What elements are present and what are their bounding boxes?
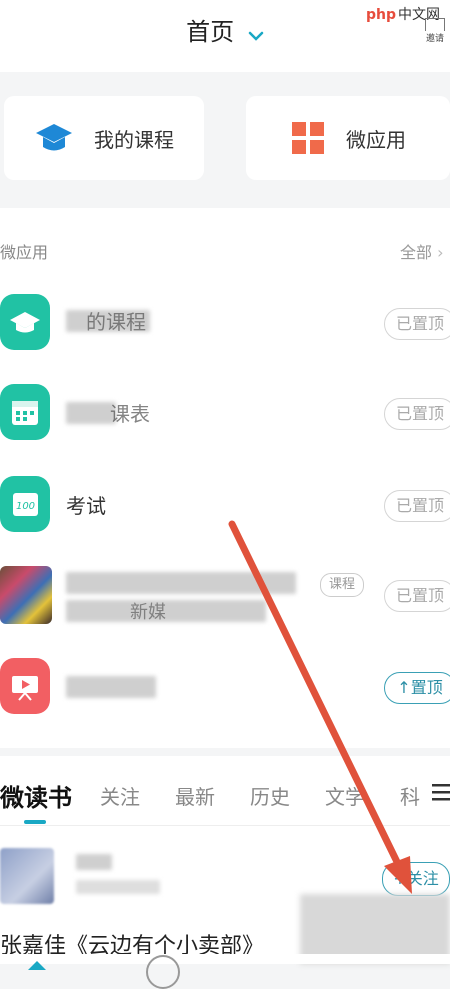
- redacted-username: [76, 854, 112, 870]
- my-courses-label: 我的课程: [94, 128, 174, 152]
- app-label-exam: 考试: [66, 494, 106, 518]
- grid-icon: [292, 122, 324, 158]
- app-label-courses: 的课程: [86, 310, 146, 334]
- view-all-link[interactable]: 全部 ›: [400, 239, 444, 263]
- page-title-text: 首页: [186, 18, 235, 46]
- redacted-label: [66, 600, 266, 622]
- home-icon[interactable]: [28, 955, 46, 974]
- pinned-button[interactable]: 已置顶: [384, 308, 450, 340]
- pinned-button[interactable]: 已置顶: [384, 398, 450, 430]
- tab-follow[interactable]: 关注: [100, 781, 140, 810]
- app-label-media: 新媒: [130, 602, 166, 623]
- course-tag-badge: 课程: [320, 573, 365, 597]
- app-label-schedule: 课表: [110, 402, 150, 426]
- divider: [0, 825, 450, 826]
- active-tab-indicator: [24, 820, 46, 824]
- courses-app-icon[interactable]: [0, 294, 50, 350]
- redacted-label: [66, 572, 296, 594]
- section-title: 微应用: [0, 243, 49, 262]
- chevron-down-icon[interactable]: [248, 19, 264, 47]
- tab-science[interactable]: 科: [400, 781, 420, 810]
- calendar-app-icon[interactable]: [0, 384, 50, 440]
- exam-app-icon[interactable]: 100: [0, 476, 50, 532]
- pin-to-top-button[interactable]: ↑置顶: [384, 672, 450, 704]
- pinned-button[interactable]: 已置顶: [384, 580, 450, 612]
- redacted-label: [66, 402, 116, 424]
- tab-history[interactable]: 历史: [250, 781, 290, 810]
- svg-text:100: 100: [16, 501, 35, 512]
- follow-button[interactable]: +关注: [382, 862, 450, 896]
- graduation-cap-icon: [34, 120, 74, 160]
- redacted-label: [66, 676, 156, 698]
- avatar[interactable]: [0, 848, 54, 904]
- presentation-app-icon[interactable]: [0, 658, 50, 714]
- qr-icon: [425, 18, 445, 31]
- menu-icon[interactable]: [432, 782, 450, 802]
- micro-app-card[interactable]: 微应用: [246, 96, 450, 180]
- redacted-timestamp: [76, 880, 160, 894]
- invite-label: 邀请: [425, 34, 444, 44]
- message-icon[interactable]: [146, 955, 180, 989]
- course-thumbnail-image[interactable]: [0, 566, 52, 624]
- invite-button[interactable]: 邀请: [418, 18, 450, 45]
- my-courses-card[interactable]: 我的课程: [4, 96, 204, 180]
- micro-app-label: 微应用: [346, 128, 406, 152]
- tab-latest[interactable]: 最新: [175, 781, 215, 810]
- micro-app-section: [0, 208, 450, 748]
- tab-literature[interactable]: 文学: [325, 781, 365, 810]
- bottom-nav: [0, 954, 450, 964]
- pinned-button[interactable]: 已置顶: [384, 490, 450, 522]
- tab-micro-reading[interactable]: 微读书: [0, 778, 72, 813]
